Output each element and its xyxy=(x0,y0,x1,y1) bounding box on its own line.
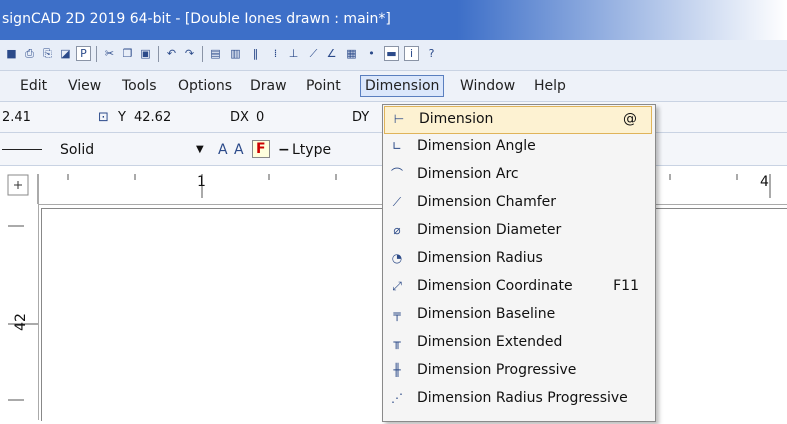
chevron-down-icon[interactable]: ▼ xyxy=(196,144,204,155)
dx-label: DX xyxy=(230,110,249,125)
menu-view[interactable]: View xyxy=(68,78,101,94)
undo-icon[interactable]: ↶ xyxy=(164,46,179,61)
lock-icon[interactable]: ⊡ xyxy=(98,110,109,125)
menu-item-dimension-radius-progressive[interactable]: ⋰ Dimension Radius Progressive xyxy=(383,386,653,412)
line-weight-icon[interactable]: − xyxy=(278,142,290,158)
menu-bar: Edit View Tools Options Draw Point Dimen… xyxy=(0,71,787,102)
new-icon[interactable]: ▥ xyxy=(228,46,243,61)
toolbar-separator xyxy=(158,46,161,62)
preview-icon[interactable]: ◪ xyxy=(58,46,73,61)
copy-icon[interactable]: ❐ xyxy=(120,46,135,61)
menu-tools[interactable]: Tools xyxy=(122,78,157,94)
info-icon[interactable]: i xyxy=(404,46,419,61)
menu-item-dimension-diameter[interactable]: ⌀ Dimension Diameter xyxy=(383,218,653,244)
save-icon[interactable]: ■ xyxy=(4,46,19,61)
text-style-icon[interactable]: A xyxy=(218,142,228,158)
open-icon[interactable]: ▤ xyxy=(208,46,223,61)
menu-item-dimension-baseline[interactable]: ╤ Dimension Baseline xyxy=(383,302,653,328)
menu-item-dimension-progressive[interactable]: ╫ Dimension Progressive xyxy=(383,358,653,384)
layers-icon[interactable]: ▦ xyxy=(344,46,359,61)
dimension-coordinate-icon: ⤢ xyxy=(392,279,402,293)
dimension-baseline-icon: ╤ xyxy=(393,307,401,321)
menu-edit[interactable]: Edit xyxy=(20,78,47,94)
y-coordinate-value: 42.62 xyxy=(134,110,172,125)
paste-icon[interactable]: ▣ xyxy=(138,46,153,61)
dy-label: DY xyxy=(352,110,370,125)
menu-item-dimension-extended[interactable]: ╥ Dimension Extended xyxy=(383,330,653,356)
fill-icon[interactable]: F xyxy=(252,140,270,158)
menu-help[interactable]: Help xyxy=(534,78,566,94)
cut-icon[interactable]: ✂ xyxy=(102,46,117,61)
dimension-chamfer-icon: ⟋ xyxy=(392,195,402,209)
ruler-label-4: 4 xyxy=(760,174,769,190)
line-icon[interactable]: ⟋ xyxy=(306,46,321,61)
x-coordinate-value: 2.41 xyxy=(2,110,31,125)
dimension-extended-icon: ╥ xyxy=(393,335,401,349)
print-setup-icon[interactable]: P xyxy=(76,46,91,61)
grid-icon[interactable]: ⁞ xyxy=(268,46,283,61)
angle-icon[interactable]: ∠ xyxy=(324,46,339,61)
window-title: signCAD 2D 2019 64-bit - [Double Iones d… xyxy=(2,11,391,27)
left-ruler-ticks xyxy=(8,225,38,401)
dimension-progressive-icon: ╫ xyxy=(393,363,401,377)
point-icon[interactable]: • xyxy=(364,46,379,61)
toolbar-separator xyxy=(96,46,99,62)
title-bar-fade xyxy=(457,0,787,40)
dimension-radius-progressive-icon: ⋰ xyxy=(391,391,403,405)
window-icon[interactable]: ▬ xyxy=(384,46,399,61)
menu-options[interactable]: Options xyxy=(178,78,232,94)
pause-icon[interactable]: ‖ xyxy=(248,46,263,61)
dimension-icon: ⊢ xyxy=(393,112,405,126)
dimension-menu-dropdown: ⊢ Dimension @ ∟ Dimension Angle ⌒ Dimens… xyxy=(382,104,656,422)
menu-item-dimension[interactable]: ⊢ Dimension @ xyxy=(384,106,652,134)
dimension-arc-icon: ⌒ xyxy=(390,167,403,181)
dx-value[interactable]: 0 xyxy=(256,110,264,125)
ltype-label[interactable]: Ltype xyxy=(292,142,331,158)
line-style-select[interactable]: Solid xyxy=(60,142,94,158)
menu-window[interactable]: Window xyxy=(460,78,515,94)
menu-item-dimension-radius[interactable]: ◔ Dimension Radius xyxy=(383,246,653,272)
snap-icon[interactable]: ⊥ xyxy=(286,46,301,61)
print-preview-icon[interactable]: ⎘ xyxy=(40,46,55,61)
left-ruler: 42 xyxy=(0,204,39,420)
dimension-diameter-icon: ⌀ xyxy=(393,223,401,237)
title-bar: signCAD 2D 2019 64-bit - [Double Iones d… xyxy=(0,0,787,40)
ruler-label-1: 1 xyxy=(197,174,206,190)
text-size-icon[interactable]: A xyxy=(234,142,244,158)
menu-draw[interactable]: Draw xyxy=(250,78,287,94)
help-icon[interactable]: ? xyxy=(424,46,439,61)
menu-point[interactable]: Point xyxy=(306,78,341,94)
dimension-angle-icon: ∟ xyxy=(391,139,403,153)
dimension-radius-icon: ◔ xyxy=(391,251,403,265)
toolbar-separator xyxy=(202,46,205,62)
menu-item-dimension-chamfer[interactable]: ⟋ Dimension Chamfer xyxy=(383,190,653,216)
redo-icon[interactable]: ↷ xyxy=(182,46,197,61)
print-icon[interactable]: ⎙ xyxy=(22,46,37,61)
menu-item-dimension-arc[interactable]: ⌒ Dimension Arc xyxy=(383,162,653,188)
menu-dimension[interactable]: Dimension xyxy=(360,75,445,97)
menu-item-dimension-angle[interactable]: ∟ Dimension Angle xyxy=(383,134,653,160)
main-toolbar: ■ ⎙ ⎘ ◪ P ✂ ❐ ▣ ↶ ↷ ▤ ▥ ‖ ⁞ ⊥ ⟋ ∠ ▦ • ▬ … xyxy=(0,40,787,71)
line-preview xyxy=(2,149,42,150)
ruler-label-42: 42 xyxy=(12,313,29,331)
y-coordinate-label: Y xyxy=(118,110,126,125)
menu-item-dimension-coordinate[interactable]: ⤢ Dimension Coordinate F11 xyxy=(383,274,653,300)
